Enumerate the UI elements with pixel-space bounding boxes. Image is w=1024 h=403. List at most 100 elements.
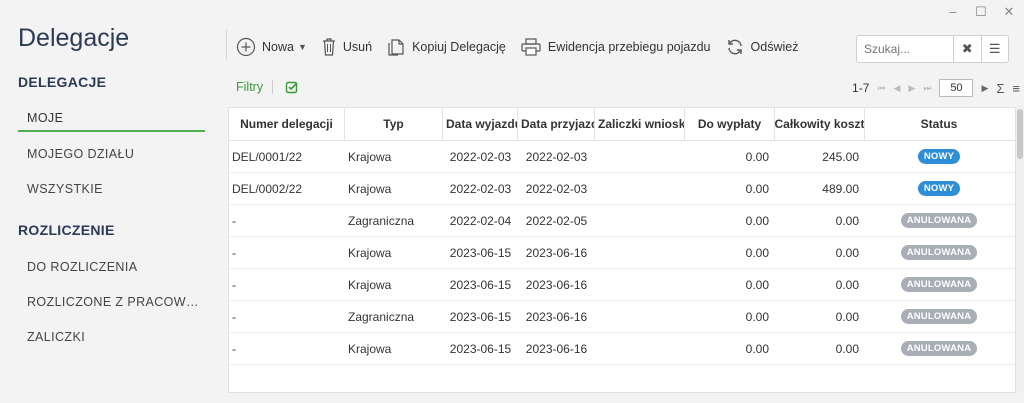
trash-icon <box>322 38 335 56</box>
mileage-button[interactable]: Ewidencja przebiegu pojazdu <box>520 37 711 57</box>
col-header-data-przyjazdu[interactable]: Data przyjazdu <box>518 108 595 140</box>
cell-num: - <box>232 309 236 324</box>
clear-search-button[interactable]: ✖ <box>953 36 981 62</box>
cell-dw: 2023-06-15 <box>449 341 512 356</box>
window-controls: – ☐ ✕ <box>946 4 1016 20</box>
col-header-status[interactable]: Status <box>865 108 1013 140</box>
pager: 1-7 ⏮ ◀ ▶ ⏭ 50 ▶ Σ ≡ <box>852 79 1020 97</box>
filter-divider <box>272 80 274 94</box>
cell-zal <box>595 237 685 268</box>
grid-scrollbar[interactable] <box>1016 107 1024 393</box>
printer-icon <box>521 38 541 56</box>
col-header-data-wyjazdu[interactable]: Data wyjazdu <box>443 108 518 140</box>
table-row[interactable]: DEL/0001/22 Krajowa 2022-02-03 2022-02-03 0.… <box>229 141 1015 173</box>
filters-link[interactable]: Filtry <box>236 80 263 94</box>
cell-dp: 2023-06-16 <box>525 309 588 324</box>
section-rozliczenie: ROZLICZENIE <box>18 222 115 238</box>
cell-num: - <box>232 277 236 292</box>
status-badge: NOWY <box>917 149 961 164</box>
cell-dow: 0.00 <box>745 181 769 196</box>
status-badge: ANULOWANA <box>900 341 978 356</box>
cell-status: ANULOWANA <box>865 205 1013 236</box>
close-button[interactable]: ✕ <box>1002 4 1016 20</box>
cell-status: ANULOWANA <box>865 269 1013 300</box>
cell-typ: Zagraniczna <box>348 213 415 228</box>
last-page-icon[interactable]: ⏭ <box>923 83 931 94</box>
col-header-zaliczki[interactable]: Zaliczki wnioskowane <box>595 108 685 140</box>
toolbar: Nowa ▼ Usuń Kopiuj Delegację Ewidencja p… <box>226 30 812 64</box>
refresh-icon <box>727 39 742 55</box>
cell-dow: 0.00 <box>745 277 769 292</box>
cell-cal: 0.00 <box>835 309 859 324</box>
table-row[interactable]: DEL/0002/22 Krajowa 2022-02-03 2022-02-03 0.… <box>229 173 1015 205</box>
col-header-calkowity-koszt[interactable]: Całkowity koszt <box>775 108 865 140</box>
cell-dp: 2022-02-03 <box>525 181 588 196</box>
status-badge: ANULOWANA <box>900 213 978 228</box>
section-delegacje: DELEGACJE <box>18 74 107 90</box>
refresh-button-label: Odśwież <box>750 40 799 54</box>
status-badge: ANULOWANA <box>900 277 978 292</box>
status-badge: ANULOWANA <box>900 245 978 260</box>
first-page-icon[interactable]: ⏮ <box>877 83 885 94</box>
page-size-next-icon[interactable]: ▶ <box>981 83 988 94</box>
cell-zal <box>595 301 685 332</box>
data-grid: Numer delegacji Typ Data wyjazdu Data pr… <box>228 107 1016 393</box>
search-menu-button[interactable]: ☰ <box>980 36 1009 62</box>
menu-icon: ☰ <box>988 41 1001 56</box>
sidebar-item-moje[interactable]: MOJE <box>18 104 205 132</box>
cell-dw: 2022-02-04 <box>449 213 512 228</box>
sidebar-item-zaliczki[interactable]: ZALICZKI <box>18 323 205 351</box>
copy-button[interactable]: Kopiuj Delegację <box>386 37 506 57</box>
delete-button-label: Usuń <box>342 40 373 54</box>
sidebar-item-rozliczone[interactable]: ROZLICZONE Z PRACOWNI... <box>18 288 205 316</box>
cell-cal: 0.00 <box>835 245 859 260</box>
sidebar-item-do-rozliczenia[interactable]: DO ROZLICZENIA <box>18 253 205 281</box>
page-size-input[interactable]: 50 <box>939 79 974 97</box>
cell-typ: Krajowa <box>348 149 392 164</box>
table-row[interactable]: - Krajowa 2023-06-15 2023-06-16 0.00 0.00 ANUL… <box>229 333 1015 365</box>
cell-zal <box>595 141 685 172</box>
maximize-button[interactable]: ☐ <box>974 4 988 20</box>
cell-dow: 0.00 <box>745 245 769 260</box>
prev-page-icon[interactable]: ◀ <box>893 83 900 94</box>
cell-dow: 0.00 <box>745 149 769 164</box>
columns-menu-icon[interactable]: ≡ <box>1012 81 1020 96</box>
plus-circle-icon <box>236 37 256 57</box>
delete-button[interactable]: Usuń <box>321 37 372 57</box>
sidebar-item-wszystkie[interactable]: WSZYSTKIE <box>18 175 205 203</box>
col-header-typ[interactable]: Typ <box>345 108 443 140</box>
cell-cal: 0.00 <box>835 213 859 228</box>
minimize-button[interactable]: – <box>946 4 960 20</box>
cell-num: DEL/0001/22 <box>232 149 303 164</box>
table-row[interactable]: - Krajowa 2023-06-15 2023-06-16 0.00 0.00 ANUL… <box>229 269 1015 301</box>
table-row[interactable]: - Zagraniczna 2023-06-15 2023-06-16 0.00 0.00… <box>229 301 1015 333</box>
new-button[interactable]: Nowa ▼ <box>236 37 307 57</box>
table-row[interactable]: - Zagraniczna 2022-02-04 2022-02-05 0.00 0.00… <box>229 205 1015 237</box>
refresh-button[interactable]: Odśwież <box>725 37 799 57</box>
cell-dp: 2023-06-16 <box>525 277 588 292</box>
col-header-do-wyplaty[interactable]: Do wypłaty <box>685 108 775 140</box>
close-icon: ✖ <box>961 41 973 56</box>
table-row[interactable]: - Krajowa 2023-06-15 2023-06-16 0.00 0.00 ANUL… <box>229 237 1015 269</box>
cell-dw: 2022-02-03 <box>449 149 512 164</box>
cell-num: DEL/0002/22 <box>232 181 303 196</box>
cell-typ: Krajowa <box>348 245 392 260</box>
search-input[interactable] <box>857 42 953 56</box>
sum-icon[interactable]: Σ <box>996 81 1004 96</box>
cell-num: - <box>232 341 236 356</box>
cell-cal: 0.00 <box>835 277 859 292</box>
cell-dw: 2022-02-03 <box>449 181 512 196</box>
cell-dw: 2023-06-15 <box>449 277 512 292</box>
cell-dp: 2022-02-05 <box>525 213 588 228</box>
col-header-numer[interactable]: Numer delegacji <box>229 108 345 140</box>
next-page-disabled-icon[interactable]: ▶ <box>908 83 915 94</box>
scrollbar-thumb[interactable] <box>1017 109 1023 159</box>
cell-typ: Krajowa <box>348 341 392 356</box>
sidebar-item-mojego-dzialu[interactable]: MOJEGO DZIAŁU <box>18 140 205 168</box>
cell-status: ANULOWANA <box>865 333 1013 364</box>
cell-dp: 2022-02-03 <box>525 149 588 164</box>
edit-check-icon[interactable] <box>285 80 299 94</box>
cell-typ: Krajowa <box>348 277 392 292</box>
cell-status: ANULOWANA <box>865 301 1013 332</box>
caret-down-icon: ▼ <box>297 42 307 52</box>
